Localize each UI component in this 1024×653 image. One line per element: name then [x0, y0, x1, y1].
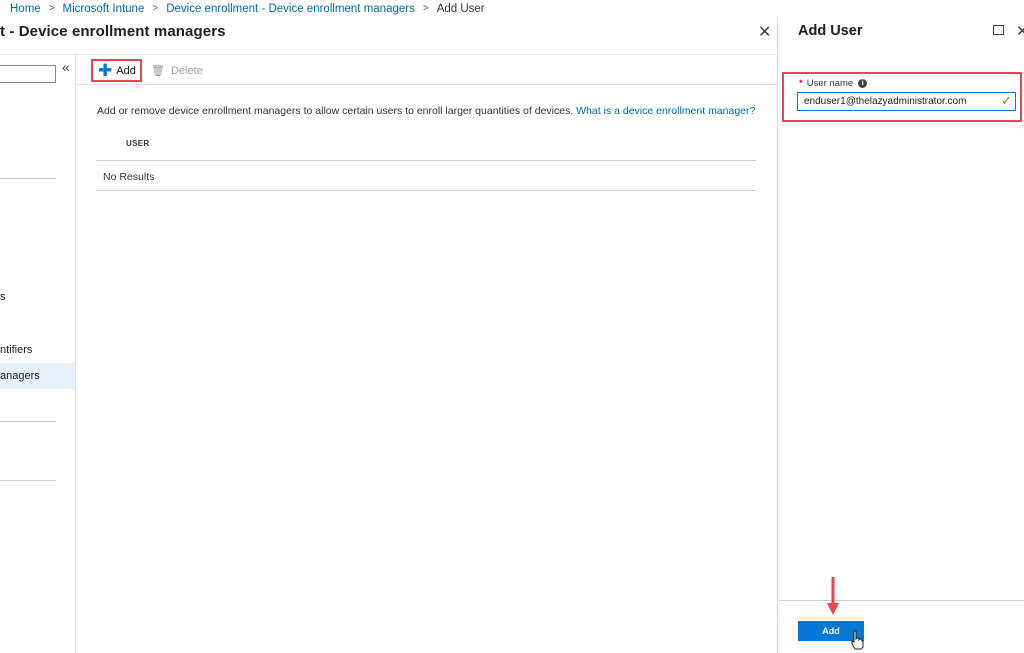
panel-title: Add User — [798, 23, 863, 39]
required-mark: * — [799, 78, 803, 89]
menu-divider — [0, 421, 56, 422]
page-title: t - Device enrollment managers — [0, 23, 226, 40]
add-button-label: Add — [116, 64, 136, 77]
close-icon[interactable]: ✕ — [1016, 22, 1024, 40]
footer-divider — [779, 600, 1024, 601]
checkmark-icon: ✓ — [1001, 93, 1012, 108]
menu-divider — [0, 178, 56, 179]
add-user-panel: Add User ✕ * User name i ✓ Add — [779, 17, 1024, 653]
chevron-right-icon: > — [48, 3, 55, 14]
trash-icon: 🗑 — [151, 65, 165, 77]
help-link[interactable]: What is a device enrollment manager? — [576, 105, 755, 117]
close-icon[interactable]: ✕ — [758, 22, 771, 42]
breadcrumb-home[interactable]: Home — [10, 3, 41, 15]
menu-divider — [0, 480, 56, 481]
add-button[interactable]: ✚ Add — [91, 59, 142, 82]
plus-icon: ✚ — [98, 61, 113, 80]
breadcrumb-intune[interactable]: Microsoft Intune — [63, 3, 145, 15]
left-menu: « s ntifiers anagers — [0, 55, 76, 653]
user-name-label-text: User name — [806, 78, 854, 89]
delete-button-label: Delete — [170, 64, 203, 77]
column-header-user[interactable]: USER — [126, 139, 149, 148]
red-arrow-icon — [827, 577, 839, 615]
chevron-right-icon: > — [422, 3, 429, 14]
description-text: Add or remove device enrollment managers… — [97, 105, 574, 117]
breadcrumb-device-enrollment[interactable]: Device enrollment - Device enrollment ma… — [166, 3, 415, 15]
empty-message: No Results — [103, 171, 155, 183]
divider — [0, 54, 778, 55]
table-divider — [96, 160, 756, 161]
menu-item[interactable]: s — [0, 284, 75, 310]
hand-cursor-icon — [851, 630, 864, 650]
breadcrumb: Home > Microsoft Intune > Device enrollm… — [0, 0, 1024, 17]
user-name-input[interactable] — [797, 92, 1016, 111]
table-divider — [96, 190, 756, 191]
menu-search-input[interactable] — [0, 65, 56, 83]
collapse-menu-icon[interactable]: « — [62, 59, 70, 75]
menu-item-identifiers[interactable]: ntifiers — [0, 337, 75, 363]
delete-button[interactable]: 🗑 Delete — [151, 64, 203, 78]
maximize-icon[interactable] — [993, 25, 1004, 35]
menu-item-enrollment-managers[interactable]: anagers — [0, 363, 75, 389]
breadcrumb-current: Add User — [436, 2, 485, 15]
description: Add or remove device enrollment managers… — [97, 105, 755, 117]
info-icon[interactable]: i — [858, 79, 868, 88]
chevron-right-icon: > — [152, 3, 159, 14]
main-blade: t - Device enrollment managers ✕ « s nti… — [0, 17, 778, 653]
toolbar-divider — [77, 84, 777, 85]
user-name-label: * User name i — [799, 78, 868, 89]
